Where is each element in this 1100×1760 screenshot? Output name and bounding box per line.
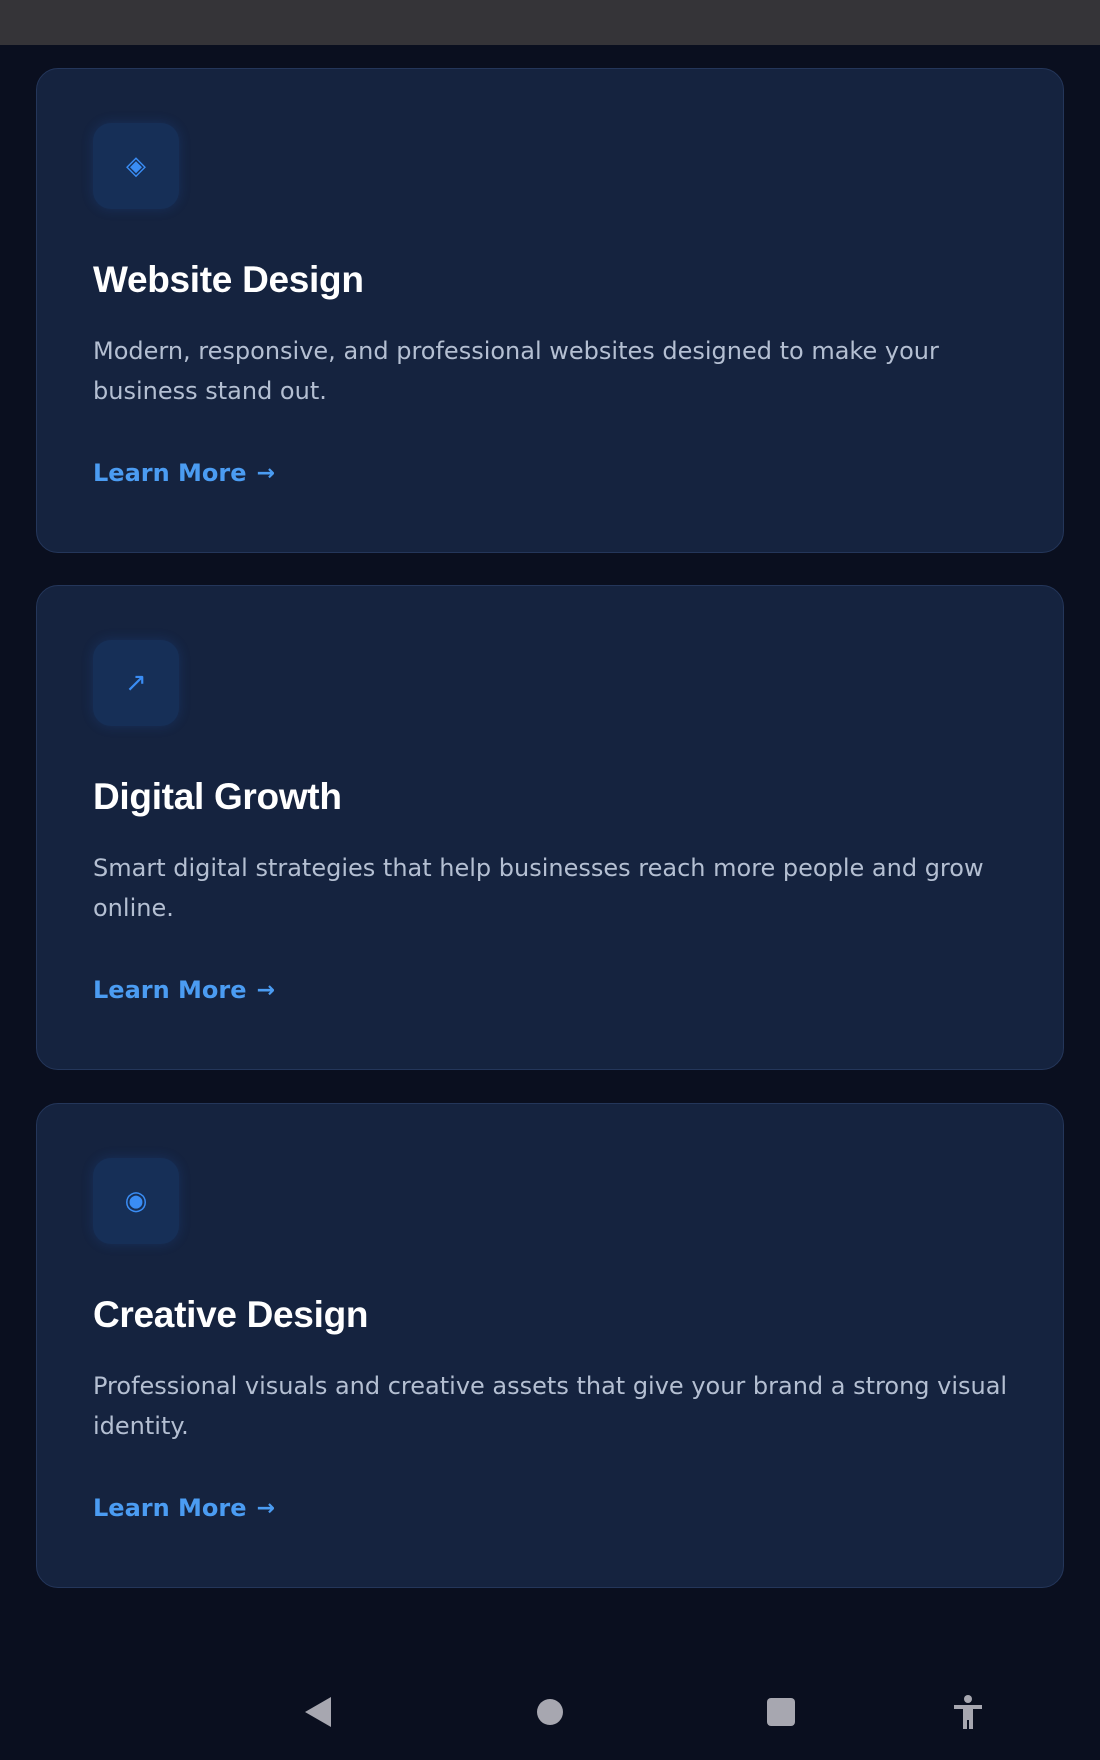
back-button[interactable] bbox=[298, 1692, 338, 1732]
learn-more-label: Learn More bbox=[93, 459, 247, 487]
status-bar bbox=[0, 0, 1100, 45]
card-title: Digital Growth bbox=[93, 776, 342, 817]
recents-button[interactable] bbox=[761, 1692, 801, 1732]
card-description: Modern, responsive, and professional web… bbox=[93, 337, 939, 405]
service-card-digital-growth: ↗ Digital Growth Smart digital strategie… bbox=[36, 585, 1064, 1070]
learn-more-label: Learn More bbox=[93, 1494, 247, 1522]
recents-icon bbox=[767, 1698, 795, 1726]
learn-more-link[interactable]: Learn More → bbox=[93, 459, 275, 487]
diamond-icon: ◈ bbox=[93, 123, 179, 209]
trend-arrow-icon-glyph: ↗ bbox=[125, 668, 147, 698]
target-circle-icon: ◉ bbox=[93, 1158, 179, 1244]
service-card-website-design: ◈ Website Design Modern, responsive, and… bbox=[36, 68, 1064, 553]
arrow-right-icon: → bbox=[256, 460, 275, 486]
card-title: Creative Design bbox=[93, 1294, 369, 1335]
arrow-right-icon: → bbox=[256, 977, 275, 1003]
card-description: Smart digital strategies that help busin… bbox=[93, 854, 984, 922]
diamond-icon-glyph: ◈ bbox=[126, 151, 146, 181]
home-icon bbox=[537, 1699, 563, 1725]
arrow-right-icon: → bbox=[256, 1495, 275, 1521]
back-icon bbox=[305, 1697, 331, 1727]
home-button[interactable] bbox=[530, 1692, 570, 1732]
accessibility-icon bbox=[954, 1695, 982, 1729]
learn-more-link[interactable]: Learn More → bbox=[93, 1494, 275, 1522]
target-circle-icon-glyph: ◉ bbox=[124, 1186, 148, 1216]
card-title: Website Design bbox=[93, 259, 364, 300]
learn-more-label: Learn More bbox=[93, 976, 247, 1004]
trend-arrow-icon: ↗ bbox=[93, 640, 179, 726]
card-description: Professional visuals and creative assets… bbox=[93, 1372, 1008, 1440]
learn-more-link[interactable]: Learn More → bbox=[93, 976, 275, 1004]
service-card-creative-design: ◉ Creative Design Professional visuals a… bbox=[36, 1103, 1064, 1588]
accessibility-button[interactable] bbox=[948, 1692, 988, 1732]
